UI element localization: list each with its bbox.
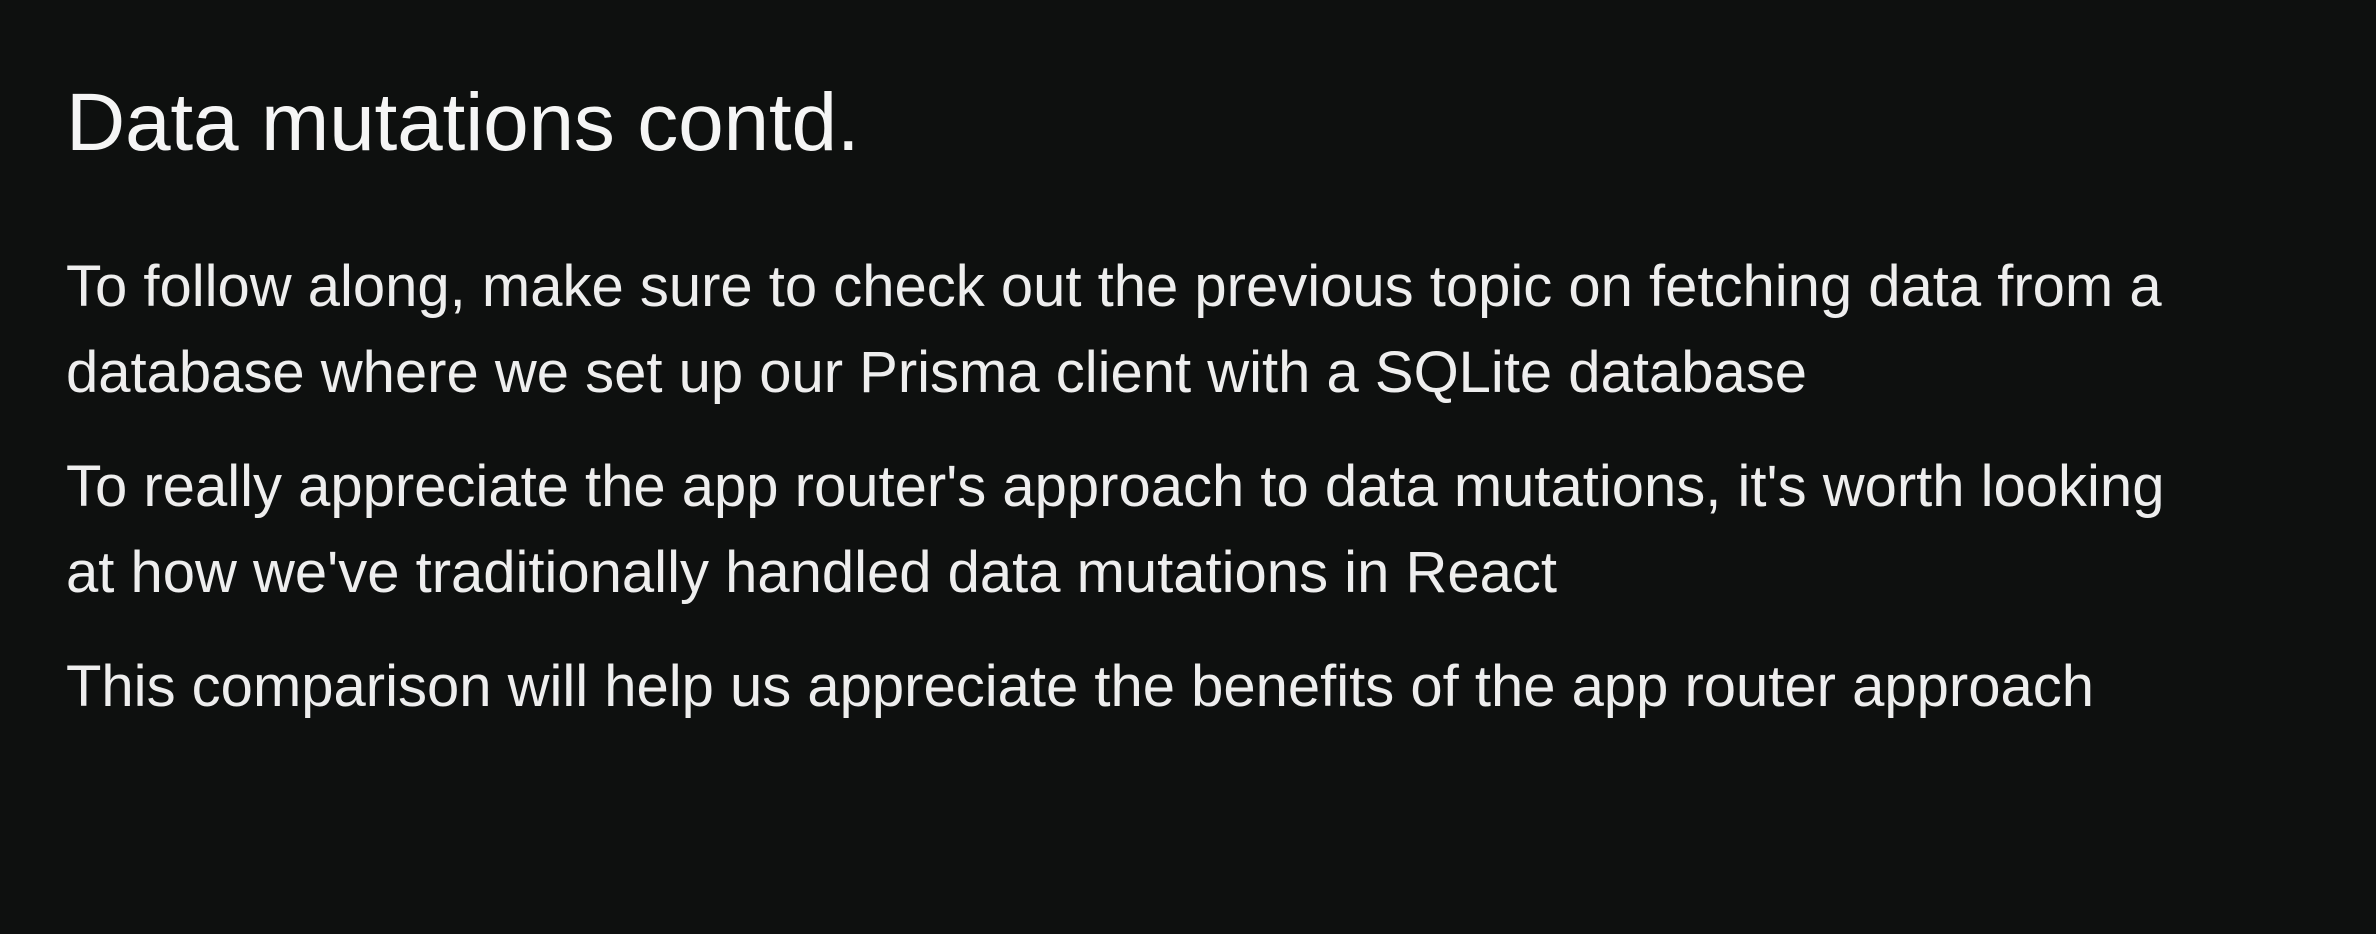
paragraph-app-router-approach-line-1: To really appreciate the app router's ap… — [66, 454, 2165, 520]
paragraph-follow-along-line-2: database where we set up our Prisma clie… — [66, 340, 1807, 406]
slide-body: To follow along, make sure to check out … — [66, 244, 2356, 730]
slide: Data mutations contd. To follow along, m… — [0, 0, 2376, 934]
paragraph-app-router-approach: To really appreciate the app router's ap… — [66, 444, 2356, 616]
paragraph-follow-along: To follow along, make sure to check out … — [66, 244, 2356, 416]
paragraph-comparison-line-1: This comparison will help us appreciate … — [66, 654, 2094, 720]
paragraph-comparison: This comparison will help us appreciate … — [66, 644, 2356, 730]
paragraph-app-router-approach-line-2: at how we've traditionally handled data … — [66, 540, 1557, 606]
slide-title: Data mutations contd. — [66, 77, 860, 168]
paragraph-follow-along-line-1: To follow along, make sure to check out … — [66, 254, 2162, 320]
